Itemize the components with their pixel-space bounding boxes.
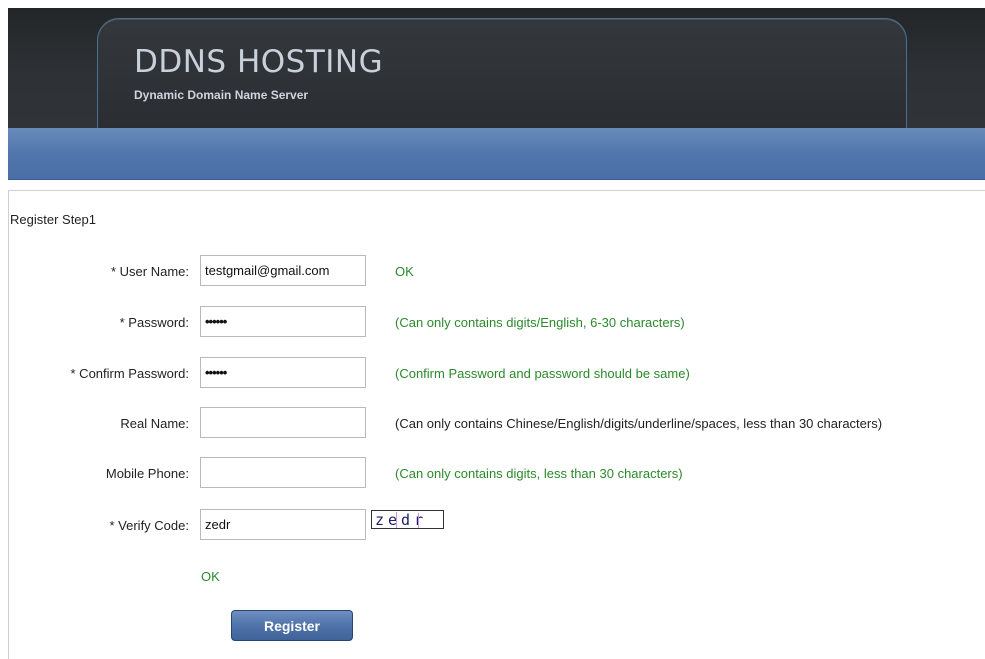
username-row: * User Name: OK xyxy=(0,255,985,289)
confirm-password-hint: (Confirm Password and password should be… xyxy=(395,366,690,381)
site-subtitle: Dynamic Domain Name Server xyxy=(134,88,309,102)
username-label: * User Name: xyxy=(110,264,189,279)
captcha-noise-line xyxy=(418,513,419,528)
page: DDNS HOSTING Dynamic Domain Name Server … xyxy=(0,0,985,659)
mobile-phone-hint: (Can only contains digits, less than 30 … xyxy=(395,466,683,481)
real-name-row: Real Name: (Can only contains Chinese/En… xyxy=(0,407,985,441)
real-name-input[interactable] xyxy=(200,407,366,438)
nav-bar xyxy=(8,128,985,180)
confirm-password-input[interactable] xyxy=(200,357,366,388)
password-hint: (Can only contains digits/English, 6-30 … xyxy=(395,315,685,330)
username-hint: OK xyxy=(395,264,414,279)
site-title: DDNS HOSTING xyxy=(134,44,384,80)
verify-code-input[interactable] xyxy=(200,509,366,540)
captcha-noise-line xyxy=(396,512,397,528)
password-input[interactable] xyxy=(200,306,366,337)
captcha-image[interactable]: zedr xyxy=(371,510,444,529)
captcha-text: zedr xyxy=(375,511,428,529)
username-input[interactable] xyxy=(200,255,366,286)
mobile-phone-label: Mobile Phone: xyxy=(105,466,189,481)
verify-code-label: * Verify Code: xyxy=(109,518,190,533)
register-button[interactable]: Register xyxy=(231,610,353,641)
confirm-password-label: * Confirm Password: xyxy=(70,366,189,381)
password-row: * Password: (Can only contains digits/En… xyxy=(0,306,985,340)
real-name-hint: (Can only contains Chinese/English/digit… xyxy=(395,416,883,431)
confirm-password-row: * Confirm Password: (Confirm Password an… xyxy=(0,357,985,391)
real-name-label: Real Name: xyxy=(120,416,189,431)
mobile-phone-input[interactable] xyxy=(200,457,366,488)
password-label: * Password: xyxy=(119,315,189,330)
verify-status: OK xyxy=(201,569,220,584)
step-title: Register Step1 xyxy=(10,212,96,227)
verify-code-row: * Verify Code: xyxy=(0,509,985,543)
mobile-phone-row: Mobile Phone: (Can only contains digits,… xyxy=(0,457,985,491)
